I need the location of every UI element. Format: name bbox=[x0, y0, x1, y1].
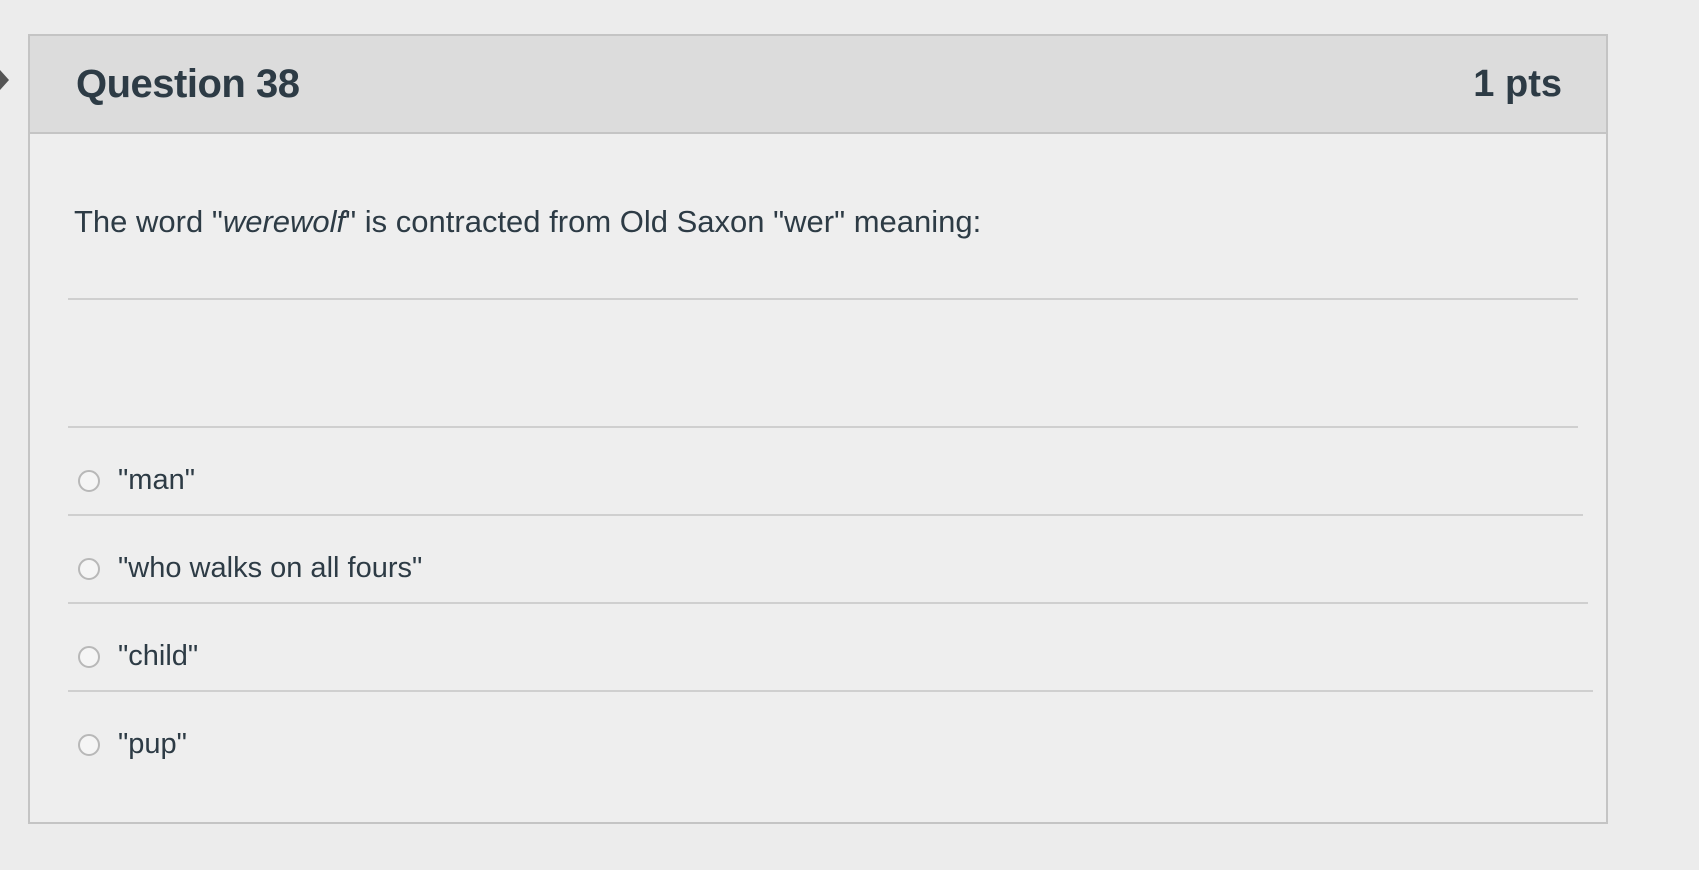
answer-option[interactable]: "who walks on all fours" bbox=[78, 552, 422, 585]
divider bbox=[68, 602, 1588, 604]
question-text: The word "werewolf" is contracted from O… bbox=[74, 204, 981, 240]
question-header: Question 38 1 pts bbox=[30, 36, 1606, 134]
radio-button-icon[interactable] bbox=[78, 557, 100, 580]
radio-button-icon[interactable] bbox=[78, 469, 100, 492]
divider bbox=[68, 426, 1578, 428]
answer-option[interactable]: "man" bbox=[78, 464, 195, 497]
answer-label: "child" bbox=[118, 640, 199, 672]
answer-label: "who walks on all fours" bbox=[118, 552, 423, 584]
radio-button-icon[interactable] bbox=[78, 733, 100, 756]
divider bbox=[68, 298, 1578, 300]
answer-label: "pup" bbox=[118, 728, 187, 760]
divider bbox=[68, 690, 1593, 692]
answer-option[interactable]: "pup" bbox=[78, 728, 187, 761]
divider bbox=[68, 514, 1583, 516]
question-title: Question 38 bbox=[76, 61, 300, 106]
question-points: 1 pts bbox=[1473, 62, 1562, 105]
question-text-after: " is contracted from Old Saxon "wer" mea… bbox=[345, 204, 982, 239]
question-card: Question 38 1 pts The word "werewolf" is… bbox=[28, 34, 1608, 824]
question-text-before: The word " bbox=[74, 204, 223, 239]
radio-button-icon[interactable] bbox=[78, 645, 100, 668]
answer-option[interactable]: "child" bbox=[78, 640, 198, 673]
answer-label: "man" bbox=[118, 464, 196, 496]
question-text-emphasis: werewolf bbox=[222, 204, 346, 239]
chevron-right-icon bbox=[0, 70, 9, 90]
